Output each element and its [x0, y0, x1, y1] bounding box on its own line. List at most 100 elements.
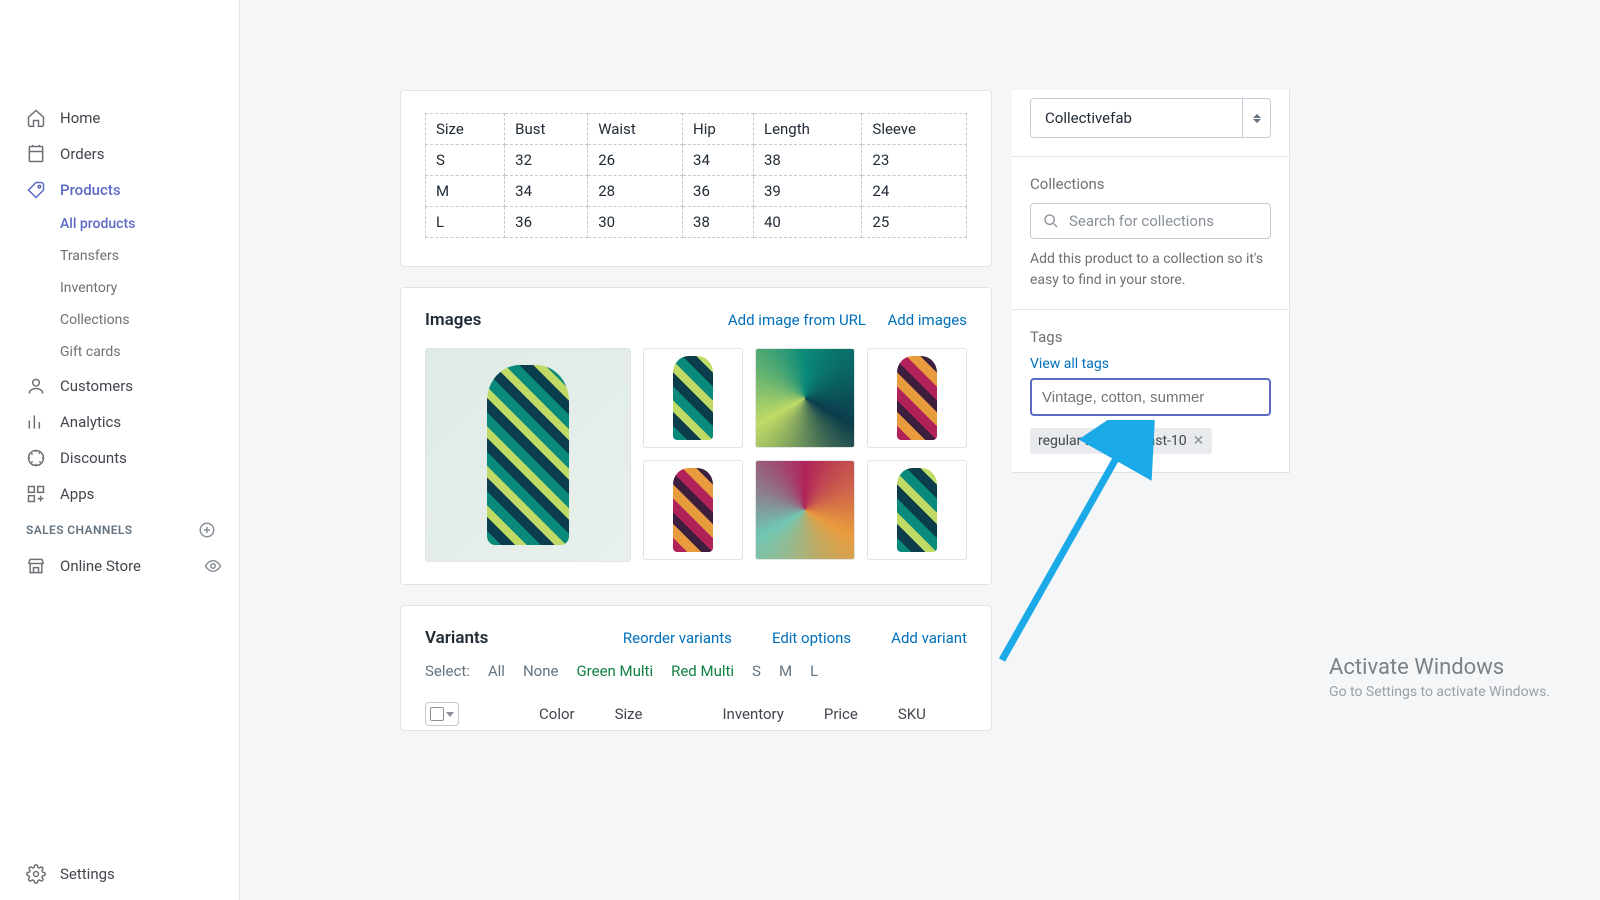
- edit-options-link[interactable]: Edit options: [772, 629, 851, 647]
- sales-channels-header: SALES CHANNELS: [0, 512, 239, 548]
- sidebar-item-label: Home: [60, 109, 100, 127]
- main-nav: Home Orders Products All products Transf…: [0, 100, 239, 848]
- select-size-m[interactable]: M: [779, 662, 792, 680]
- apps-icon: [26, 484, 46, 504]
- sidebar-item-products[interactable]: Products: [0, 172, 239, 208]
- product-organization-card: Collectivefab Collections Search for col…: [1012, 90, 1290, 473]
- view-store-button[interactable]: [203, 556, 223, 576]
- add-image-url-link[interactable]: Add image from URL: [728, 311, 866, 329]
- sidebar-item-label: Gift cards: [60, 344, 121, 360]
- images-card: Images Add image from URL Add images: [400, 287, 992, 585]
- remove-tag-button[interactable]: ✕: [1193, 433, 1205, 449]
- product-image-thumb[interactable]: [755, 460, 855, 560]
- select-red-multi[interactable]: Red Multi: [671, 662, 734, 680]
- view-all-tags-link[interactable]: View all tags: [1030, 356, 1109, 372]
- sidebar-item-label: Products: [60, 181, 121, 199]
- add-channel-button[interactable]: [197, 520, 217, 540]
- product-image-thumb[interactable]: [643, 460, 743, 560]
- select-size-s[interactable]: S: [752, 662, 761, 680]
- sidebar-item-collections[interactable]: Collections: [0, 304, 239, 336]
- sidebar-item-label: Analytics: [60, 413, 121, 431]
- table-row: L 36 30 38 40 25: [426, 207, 967, 238]
- sidebar-item-all-products[interactable]: All products: [0, 208, 239, 240]
- product-image-thumb[interactable]: [867, 460, 967, 560]
- add-images-link[interactable]: Add images: [887, 311, 967, 329]
- product-image-main[interactable]: [425, 348, 631, 562]
- table-row: M 34 28 36 39 24: [426, 176, 967, 207]
- discounts-icon: [26, 448, 46, 468]
- col-price: Price: [824, 705, 858, 723]
- sidebar-item-apps[interactable]: Apps: [0, 476, 239, 512]
- tag-icon: [26, 180, 46, 200]
- collections-section: Collections Search for collections Add t…: [1012, 156, 1289, 309]
- sidebar-item-online-store[interactable]: Online Store: [0, 548, 239, 584]
- sidebar-item-label: Customers: [60, 377, 133, 395]
- sidebar-item-discounts[interactable]: Discounts: [0, 440, 239, 476]
- table-header-row: Size Bust Waist Hip Length Sleeve: [426, 114, 967, 145]
- sidebar-item-inventory[interactable]: Inventory: [0, 272, 239, 304]
- variant-select-row: Select: All None Green Multi Red Multi S…: [425, 662, 967, 680]
- tags-input[interactable]: [1030, 378, 1271, 416]
- sidebar-item-settings[interactable]: Settings: [0, 848, 239, 900]
- sidebar-item-label: Settings: [60, 865, 115, 883]
- sidebar-item-label: Orders: [60, 145, 105, 163]
- table-row: S 32 26 34 38 23: [426, 145, 967, 176]
- gear-icon: [26, 864, 46, 884]
- product-image-thumb[interactable]: [867, 348, 967, 448]
- sidebar-item-gift-cards[interactable]: Gift cards: [0, 336, 239, 368]
- col-color: Color: [539, 705, 575, 723]
- variants-card: Variants Reorder variants Edit options A…: [400, 605, 992, 731]
- collections-helper: Add this product to a collection so it's…: [1030, 249, 1271, 291]
- sidebar-item-customers[interactable]: Customers: [0, 368, 239, 404]
- add-variant-link[interactable]: Add variant: [891, 629, 967, 647]
- tag-chip: fast-10 ✕: [1135, 428, 1213, 454]
- select-label: Select:: [425, 662, 470, 680]
- sidebar: Home Orders Products All products Transf…: [0, 0, 240, 900]
- sidebar-item-label: All products: [60, 216, 135, 232]
- search-icon: [1043, 213, 1059, 229]
- sidebar-item-home[interactable]: Home: [0, 100, 239, 136]
- home-icon: [26, 108, 46, 128]
- sidebar-item-orders[interactable]: Orders: [0, 136, 239, 172]
- reorder-variants-link[interactable]: Reorder variants: [623, 629, 732, 647]
- sidebar-item-label: Inventory: [60, 280, 117, 296]
- customers-icon: [26, 376, 46, 396]
- select-all[interactable]: All: [488, 662, 505, 680]
- variants-title: Variants: [425, 628, 488, 648]
- select-green-multi[interactable]: Green Multi: [576, 662, 653, 680]
- analytics-icon: [26, 412, 46, 432]
- product-image-thumb[interactable]: [643, 348, 743, 448]
- sidebar-item-analytics[interactable]: Analytics: [0, 404, 239, 440]
- col-sku: SKU: [898, 705, 926, 723]
- activate-title: Activate Windows: [1329, 655, 1550, 680]
- sidebar-item-label: Apps: [60, 485, 94, 503]
- collections-placeholder: Search for collections: [1069, 212, 1214, 230]
- images-title: Images: [425, 310, 481, 330]
- collections-label: Collections: [1030, 175, 1271, 193]
- select-none[interactable]: None: [523, 662, 559, 680]
- remove-tag-button[interactable]: ✕: [1107, 433, 1119, 449]
- size-chart-card: Size Bust Waist Hip Length Sleeve S 32 2…: [400, 90, 992, 267]
- orders-icon: [26, 144, 46, 164]
- product-image-thumb[interactable]: [755, 348, 855, 448]
- activate-windows-watermark: Activate Windows Go to Settings to activ…: [1329, 655, 1550, 700]
- variant-table-header: Color Size Inventory Price SKU: [425, 698, 967, 730]
- size-table: Size Bust Waist Hip Length Sleeve S 32 2…: [425, 113, 967, 238]
- select-arrows-icon: [1242, 99, 1270, 137]
- sidebar-item-label: Collections: [60, 312, 130, 328]
- select-all-checkbox[interactable]: [425, 702, 459, 726]
- sidebar-item-label: Discounts: [60, 449, 127, 467]
- sidebar-item-label: Online Store: [60, 557, 141, 575]
- select-size-l[interactable]: L: [810, 662, 818, 680]
- tags-section: Tags View all tags regular-20 ✕ fast-10 …: [1012, 309, 1289, 472]
- col-size: Size: [615, 705, 643, 723]
- vendor-value: Collectivefab: [1045, 109, 1132, 127]
- col-inventory: Inventory: [722, 705, 783, 723]
- tags-label: Tags: [1030, 328, 1271, 346]
- main-content: Size Bust Waist Hip Length Sleeve S 32 2…: [240, 0, 1600, 900]
- collections-search[interactable]: Search for collections: [1030, 203, 1271, 239]
- sidebar-item-transfers[interactable]: Transfers: [0, 240, 239, 272]
- tag-chip: regular-20 ✕: [1030, 428, 1127, 454]
- store-icon: [26, 556, 46, 576]
- vendor-select[interactable]: Collectivefab: [1030, 98, 1271, 138]
